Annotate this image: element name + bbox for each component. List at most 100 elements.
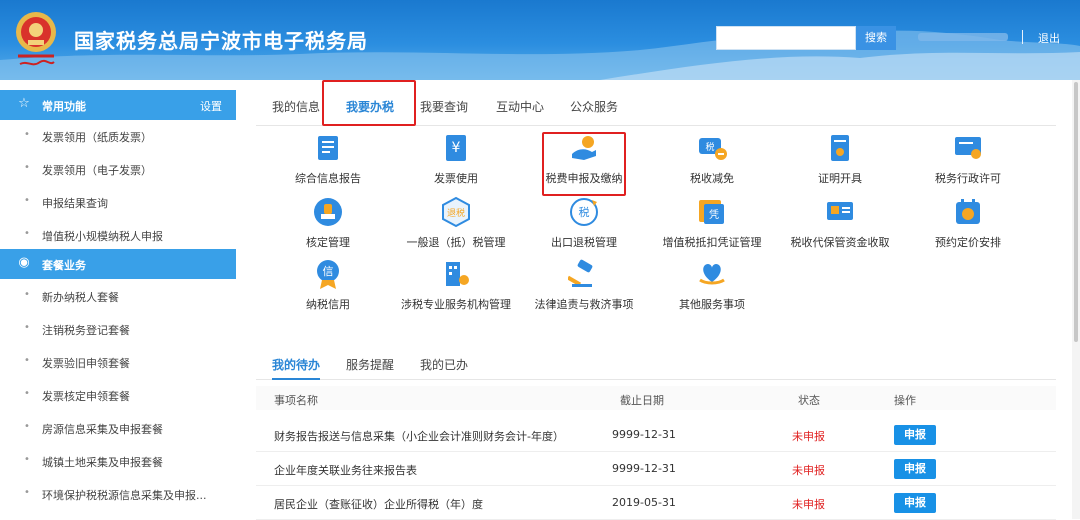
table-row: 企业年度关联业务往来报告表 9999-12-31 未申报 申报 [256, 452, 1056, 486]
service-label: 法律追责与救济事项 [534, 298, 634, 311]
service-item[interactable]: 税务行政许可 [904, 132, 1032, 188]
tab-public-service[interactable]: 公众服务 [570, 98, 618, 126]
service-item[interactable]: 核定管理 [264, 196, 392, 252]
package-icon: ◉ [18, 255, 30, 270]
col-date: 截止日期 [620, 394, 664, 407]
sidebar-item-small-vat[interactable]: • 增值税小规模纳税人申报 [0, 223, 236, 249]
tab-my-done[interactable]: 我的已办 [420, 356, 468, 380]
table-header: 事项名称 截止日期 状态 操作 [256, 386, 1056, 410]
service-item[interactable]: 其他服务事项 [648, 258, 776, 314]
certificate-icon [831, 135, 849, 161]
service-item[interactable]: 税税收减免 [648, 132, 776, 188]
svg-text:退税: 退税 [447, 207, 465, 219]
svg-text:税: 税 [579, 205, 590, 219]
sidebar-item-property-info[interactable]: • 房源信息采集及申报套餐 [0, 416, 236, 442]
col-action: 操作 [894, 394, 916, 407]
highlight-tab-box [322, 80, 416, 126]
search-input[interactable] [716, 26, 856, 50]
settings-link[interactable]: 设置 [200, 98, 222, 114]
sidebar-section-common[interactable]: ☆ 常用功能 设置 [0, 90, 236, 120]
sidebar-item-land-tax[interactable]: • 城镇土地采集及申报套餐 [0, 449, 236, 475]
service-item[interactable]: 退税 一般退（抵）税管理 [392, 196, 520, 252]
sidebar-item-label: 城镇土地采集及申报套餐 [42, 456, 163, 469]
service-label: 预约定价安排 [935, 236, 1001, 249]
user-name-blurred [918, 33, 1008, 41]
bullet: • [24, 162, 30, 173]
custody-funds-icon [827, 202, 853, 220]
svg-text:信: 信 [323, 265, 334, 278]
star-icon: ☆ [18, 96, 30, 111]
table-row: 居民企业（查账征收）企业所得税（年）度 2019-05-31 未申报 申报 [256, 486, 1056, 520]
col-status: 状态 [798, 394, 820, 407]
service-label: 其他服务事项 [679, 298, 745, 311]
service-item[interactable]: 信纳税信用 [264, 258, 392, 314]
sidebar-item-invoice-approve[interactable]: • 发票核定申领套餐 [0, 383, 236, 409]
header-banner: 国家税务总局宁波市电子税务局 搜索 退出 [0, 0, 1080, 80]
cell-status: 未申报 [792, 498, 825, 511]
col-name: 事项名称 [274, 394, 318, 407]
service-item[interactable]: 综合信息报告 [264, 132, 392, 188]
sidebar-item-label: 增值税小规模纳税人申报 [42, 230, 163, 243]
cell-name: 企业年度关联业务往来报告表 [274, 464, 417, 477]
sidebar-item-label: 申报结果查询 [42, 197, 108, 210]
bullet: • [24, 487, 30, 498]
stamp-icon [314, 198, 342, 226]
credit-medal-icon: 信 [317, 260, 339, 289]
tab-my-info[interactable]: 我的信息 [272, 98, 320, 126]
service-item[interactable]: 税收代保管资金收取 [776, 196, 904, 252]
bullet: • [24, 355, 30, 366]
sidebar-item-label: 发票核定申领套餐 [42, 390, 130, 403]
page-scrollbar-thumb[interactable] [1074, 82, 1078, 342]
tab-query[interactable]: 我要查询 [420, 98, 468, 126]
service-label: 出口退税管理 [551, 236, 617, 249]
sidebar-item-deregistration[interactable]: • 注销税务登记套餐 [0, 317, 236, 343]
sidebar-item-invoice-verify[interactable]: • 发票验旧申领套餐 [0, 350, 236, 376]
service-item[interactable]: 税出口退税管理 [520, 196, 648, 252]
voucher-icon: 凭 [699, 200, 724, 224]
cell-date: 9999-12-31 [612, 462, 676, 475]
sidebar-item-label: 注销税务登记套餐 [42, 324, 130, 337]
search-button[interactable]: 搜索 [856, 26, 896, 50]
service-item[interactable]: 凭增值税抵扣凭证管理 [648, 196, 776, 252]
sidebar-section-packages[interactable]: ◉ 套餐业务 [0, 249, 236, 279]
tax-reduction-icon: 税 [699, 138, 727, 160]
tax-emblem-icon [16, 12, 56, 66]
invoice-icon: ¥ [446, 135, 466, 161]
service-item[interactable]: 预约定价安排 [904, 196, 1032, 252]
sidebar-item-label: 新办纳税人套餐 [42, 291, 119, 304]
service-item[interactable]: ¥ 发票使用 [392, 132, 520, 188]
tab-my-todo[interactable]: 我的待办 [272, 356, 321, 380]
bullet: • [24, 454, 30, 465]
declare-button[interactable]: 申报 [894, 493, 936, 513]
bullet: • [24, 195, 30, 206]
tab-service-reminder[interactable]: 服务提醒 [346, 356, 394, 380]
service-item[interactable]: 法律追责与救济事项 [520, 258, 648, 314]
table-row: 财务报告报送与信息采集（小企业会计准则财务会计-年度） 9999-12-31 未申报… [256, 418, 1056, 452]
export-refund-icon: 税 [570, 198, 598, 226]
cell-name: 财务报告报送与信息采集（小企业会计准则财务会计-年度） [274, 430, 564, 443]
logout-link[interactable]: 退出 [1038, 30, 1060, 46]
service-item[interactable]: 涉税专业服务机构管理 [392, 258, 520, 314]
heart-hand-icon [699, 264, 725, 285]
header-divider [1022, 30, 1023, 44]
cell-status: 未申报 [792, 464, 825, 477]
declare-button[interactable]: 申报 [894, 459, 936, 479]
bullet: • [24, 129, 30, 140]
sidebar-item-paper-invoice[interactable]: • 发票领用（纸质发票） [0, 124, 236, 150]
cell-status: 未申报 [792, 430, 825, 443]
service-label: 综合信息报告 [295, 172, 361, 185]
declare-button[interactable]: 申报 [894, 425, 936, 445]
sidebar-item-e-invoice[interactable]: • 发票领用（电子发票） [0, 157, 236, 183]
sidebar-item-new-taxpayer[interactable]: • 新办纳税人套餐 [0, 284, 236, 310]
sidebar-item-env-tax[interactable]: • 环境保护税税源信息采集及申报... [0, 482, 236, 508]
service-label: 核定管理 [306, 236, 350, 249]
sidebar-item-label: 发票验旧申领套餐 [42, 357, 130, 370]
bullet: • [24, 322, 30, 333]
service-label: 税收代保管资金收取 [790, 236, 890, 249]
service-label: 税收减免 [690, 172, 734, 185]
building-icon [446, 262, 469, 286]
sidebar-item-declaration-result[interactable]: • 申报结果查询 [0, 190, 236, 216]
tab-interaction[interactable]: 互动中心 [496, 98, 544, 126]
gavel-icon [568, 259, 593, 287]
service-item[interactable]: 证明开具 [776, 132, 904, 188]
